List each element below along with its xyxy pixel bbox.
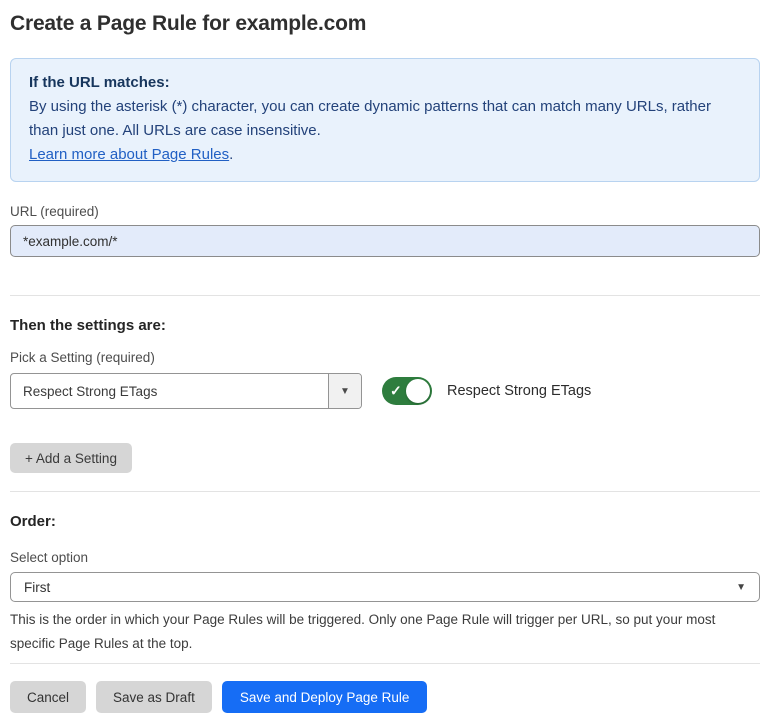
- cancel-button[interactable]: Cancel: [10, 681, 86, 713]
- order-section-heading: Order:: [10, 513, 760, 530]
- page-title: Create a Page Rule for example.com: [10, 12, 760, 36]
- learn-more-link[interactable]: Learn more about Page Rules: [29, 146, 229, 163]
- divider: [10, 663, 760, 664]
- check-icon: ✓: [390, 384, 402, 398]
- info-box-heading: If the URL matches:: [29, 71, 741, 95]
- toggle-label: Respect Strong ETags: [447, 383, 591, 399]
- order-select[interactable]: First ▼: [10, 572, 760, 602]
- divider: [10, 295, 760, 296]
- page-rule-form: Create a Page Rule for example.com If th…: [0, 0, 769, 713]
- footer-actions: Cancel Save as Draft Save and Deploy Pag…: [10, 681, 760, 713]
- url-field-label: URL (required): [10, 204, 760, 219]
- link-suffix: .: [229, 146, 233, 163]
- setting-controls-row: Respect Strong ETags ▼ ✓ Respect Strong …: [10, 373, 760, 409]
- order-select-label: Select option: [10, 550, 760, 565]
- add-setting-button[interactable]: + Add a Setting: [10, 443, 132, 473]
- toggle-knob: [406, 379, 430, 403]
- chevron-down-icon: ▼: [340, 386, 350, 397]
- order-help-text: This is the order in which your Page Rul…: [10, 608, 754, 656]
- setting-dropdown-value: Respect Strong ETags: [11, 374, 328, 408]
- pick-setting-label: Pick a Setting (required): [10, 350, 760, 365]
- divider: [10, 491, 760, 492]
- url-input[interactable]: [10, 225, 760, 257]
- setting-dropdown[interactable]: Respect Strong ETags ▼: [10, 373, 362, 409]
- url-match-info-box: If the URL matches: By using the asteris…: [10, 58, 760, 182]
- respect-strong-etags-toggle[interactable]: ✓: [382, 377, 432, 405]
- save-as-draft-button[interactable]: Save as Draft: [96, 681, 212, 713]
- order-select-value: First: [24, 580, 50, 595]
- save-and-deploy-button[interactable]: Save and Deploy Page Rule: [222, 681, 428, 713]
- info-box-body: By using the asterisk (*) character, you…: [29, 95, 741, 143]
- setting-dropdown-arrow-button[interactable]: ▼: [328, 374, 361, 408]
- chevron-down-icon: ▼: [736, 582, 746, 593]
- info-box-link-line: Learn more about Page Rules.: [29, 143, 741, 167]
- settings-section-heading: Then the settings are:: [10, 317, 760, 334]
- setting-toggle-group: ✓ Respect Strong ETags: [382, 377, 591, 405]
